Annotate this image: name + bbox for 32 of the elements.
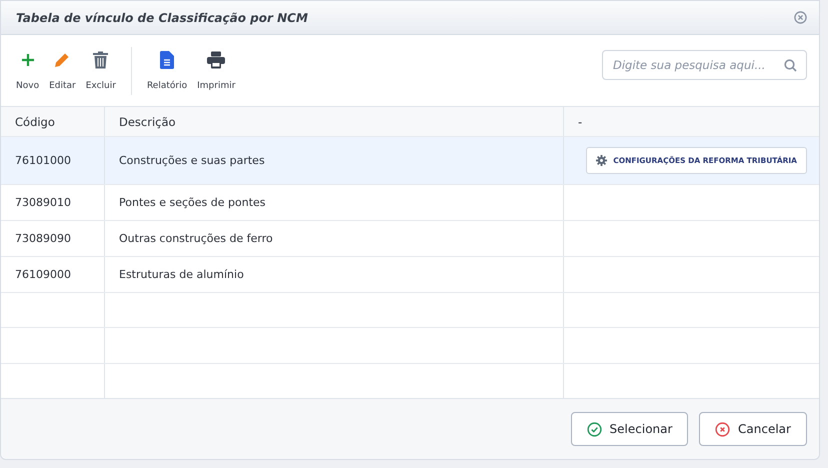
- table-row[interactable]: 73089010 Pontes e seções de pontes: [1, 185, 819, 221]
- trash-icon: [93, 50, 108, 68]
- table-cell: 73089010: [15, 196, 71, 209]
- table-row[interactable]: 73089090 Outras construções de ferro: [1, 221, 819, 257]
- table-cell: Pontes e seções de pontes: [119, 196, 266, 209]
- cancel-button[interactable]: Cancelar: [699, 412, 807, 446]
- table-cell: 76101000: [15, 154, 71, 167]
- close-icon[interactable]: [794, 11, 807, 24]
- check-circle-icon: [586, 422, 602, 436]
- pencil-icon: [53, 50, 72, 68]
- table-cell: 76109000: [15, 268, 71, 281]
- document-icon: [160, 50, 174, 68]
- delete-button[interactable]: Excluir: [80, 50, 121, 90]
- column-header[interactable]: Código: [15, 114, 55, 128]
- printer-icon: [207, 50, 226, 68]
- add-button[interactable]: Novo: [11, 50, 44, 90]
- gear-icon: [596, 155, 608, 166]
- report-button[interactable]: Relatório: [142, 50, 192, 90]
- table-cell: Outras construções de ferro: [119, 232, 273, 245]
- table-cell: Construções e suas partes: [119, 154, 265, 167]
- window-title: Tabela de vínculo de Classificação por NCM: [16, 10, 308, 24]
- confirm-button[interactable]: Selecionar: [571, 412, 688, 446]
- table-row[interactable]: 76109000 Estruturas de alumínio: [1, 257, 819, 293]
- search-field[interactable]: Digite sua pesquisa aqui...: [602, 50, 807, 80]
- search-icon: [784, 58, 797, 72]
- table-cell: Estruturas de alumínio: [119, 268, 244, 281]
- edit-button[interactable]: Editar: [44, 50, 81, 90]
- column-header[interactable]: Descrição: [119, 114, 176, 128]
- print-button[interactable]: Imprimir: [192, 50, 240, 90]
- column-header[interactable]: -: [578, 114, 582, 128]
- close-circle-icon: [715, 422, 730, 436]
- table-cell: 73089090: [15, 232, 71, 245]
